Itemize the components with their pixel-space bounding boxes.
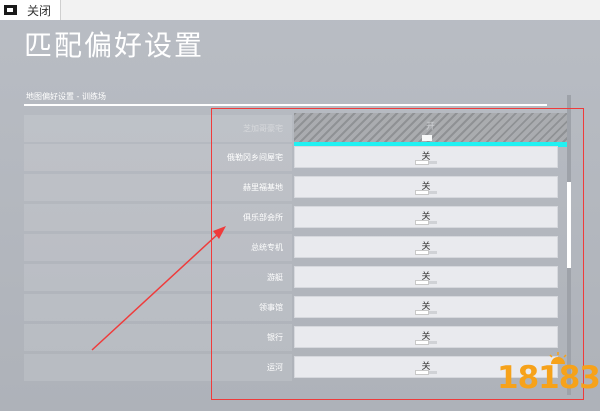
watermark-logo: 18183 — [493, 352, 600, 402]
watermark-text: 18183 — [497, 360, 600, 396]
annotation-arrow — [91, 226, 226, 351]
